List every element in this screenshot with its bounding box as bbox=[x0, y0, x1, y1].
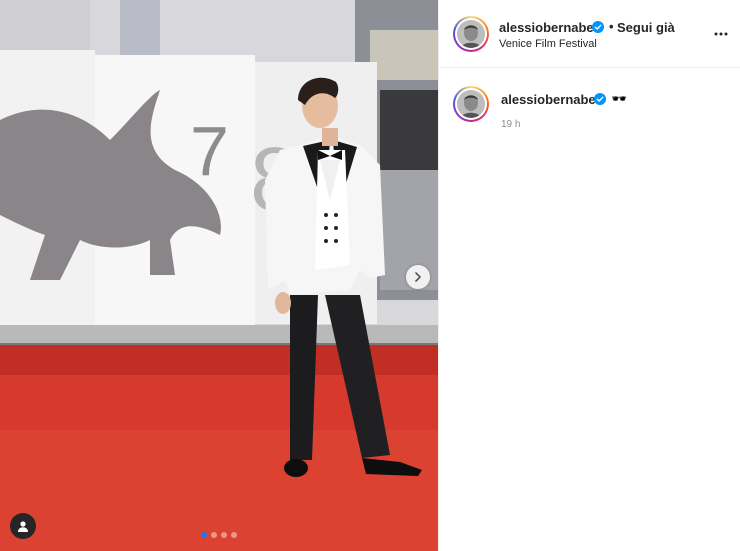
follow-separator: • bbox=[609, 19, 614, 34]
carousel-dot bbox=[211, 532, 217, 538]
more-options-icon bbox=[714, 32, 728, 36]
profile-photo bbox=[457, 90, 485, 118]
post-media[interactable]: 7 8 bbox=[0, 0, 438, 551]
more-options-button[interactable] bbox=[713, 26, 729, 42]
next-slide-button[interactable] bbox=[406, 265, 430, 289]
caption-avatar[interactable] bbox=[453, 86, 489, 122]
post-photo: 7 8 bbox=[0, 0, 438, 551]
verified-badge-icon bbox=[592, 20, 604, 38]
user-tag-icon bbox=[18, 521, 28, 532]
carousel-indicator bbox=[0, 532, 438, 538]
following-button[interactable]: Segui già bbox=[617, 20, 675, 35]
avatar[interactable] bbox=[453, 16, 489, 52]
carousel-dot bbox=[231, 532, 237, 538]
caption-username[interactable]: alessiobernabei bbox=[501, 92, 599, 107]
post-header: alessiobernabei • Segui già Venice Film … bbox=[439, 0, 740, 68]
carousel-dot bbox=[201, 532, 207, 538]
svg-text:7: 7 bbox=[190, 112, 229, 190]
chevron-right-icon bbox=[415, 272, 421, 282]
post-side-panel: alessiobernabei • Segui già Venice Film … bbox=[438, 0, 740, 551]
post-location[interactable]: Venice Film Festival bbox=[499, 38, 597, 50]
carousel-dot bbox=[221, 532, 227, 538]
verified-badge-icon bbox=[594, 92, 606, 110]
caption-text: 🕶️ bbox=[611, 91, 628, 106]
post-author-username[interactable]: alessiobernabei bbox=[499, 20, 597, 35]
post-timestamp[interactable]: 19 h bbox=[501, 119, 520, 130]
profile-photo bbox=[457, 20, 485, 48]
